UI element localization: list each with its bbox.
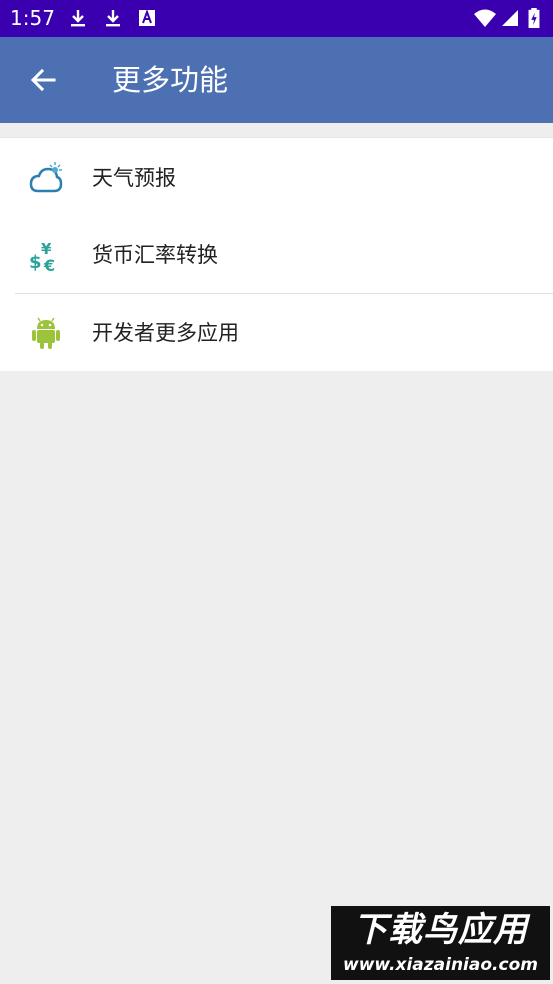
feature-list: 天气预报 $ ¥ € 货币汇率转换 开发者更多应用 bbox=[0, 137, 553, 371]
android-icon bbox=[32, 317, 60, 349]
svg-text:€: € bbox=[43, 256, 55, 272]
svg-text:$: $ bbox=[29, 252, 42, 272]
list-item-label: 货币汇率转换 bbox=[92, 243, 218, 267]
watermark-title: 下载鸟应用 bbox=[353, 910, 528, 950]
text-app-icon bbox=[139, 9, 155, 26]
watermark-url: www.xiazainiao.com bbox=[343, 955, 538, 975]
list-item-weather[interactable]: 天气预报 bbox=[0, 140, 553, 216]
cellular-signal-icon bbox=[502, 10, 518, 26]
list-item-label: 开发者更多应用 bbox=[92, 321, 239, 345]
weather-cloud-sun-icon bbox=[29, 162, 63, 193]
arrow-left-icon[interactable] bbox=[26, 63, 60, 97]
list-item-more-apps[interactable]: 开发者更多应用 bbox=[0, 295, 553, 371]
wifi-icon bbox=[474, 9, 496, 27]
list-item-currency[interactable]: $ ¥ € 货币汇率转换 bbox=[0, 217, 553, 293]
download-icon bbox=[71, 10, 85, 27]
status-time: 1:57 bbox=[10, 6, 55, 30]
list-divider bbox=[15, 293, 553, 294]
page-title: 更多功能 bbox=[112, 63, 229, 97]
download-icon bbox=[106, 10, 120, 27]
status-bar: 1:57 bbox=[0, 0, 553, 37]
currency-exchange-icon: $ ¥ € bbox=[29, 240, 55, 272]
app-bar: 更多功能 bbox=[0, 37, 553, 123]
battery-charging-icon bbox=[528, 8, 540, 28]
watermark-logo: 下载鸟应用 www.xiazainiao.com bbox=[331, 906, 550, 980]
list-item-label: 天气预报 bbox=[92, 166, 176, 190]
